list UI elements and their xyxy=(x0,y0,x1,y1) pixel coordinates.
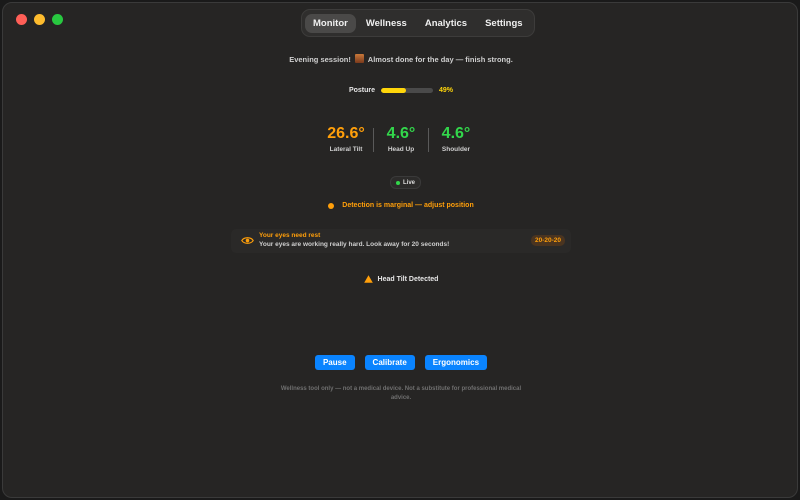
eye-rest-title: Your eyes need rest xyxy=(259,232,321,239)
zoom-window-button[interactable] xyxy=(52,14,63,25)
pause-button[interactable]: Pause xyxy=(314,355,355,370)
posture-meter: Posture 49% xyxy=(3,87,797,94)
metric-value: 26.6° xyxy=(327,125,365,142)
metrics-row: 26.6° Lateral Tilt 4.6° Head Up 4.6° Sho… xyxy=(3,125,797,153)
head-tilt-label: Head Tilt Detected xyxy=(377,275,439,283)
posture-label: Posture xyxy=(348,87,376,94)
session-message: Evening session! Almost done for the day… xyxy=(3,54,797,64)
live-indicator: Live xyxy=(390,176,422,189)
live-dot-icon xyxy=(396,180,400,185)
metric-shoulder: 4.6° Shoulder xyxy=(429,125,483,153)
calibrate-button[interactable]: Calibrate xyxy=(364,355,415,370)
app-window: Monitor Wellness Analytics Settings Even… xyxy=(2,2,798,498)
eye-icon xyxy=(241,237,254,244)
posture-progress-bar xyxy=(381,88,434,93)
metric-value: 4.6° xyxy=(386,125,416,142)
warning-triangle-icon xyxy=(363,275,373,283)
warning-dot-icon xyxy=(328,202,335,209)
session-message-prefix: Evening session! xyxy=(289,55,351,64)
close-window-button[interactable] xyxy=(16,14,27,25)
eye-rest-message: Your eyes are working really hard. Look … xyxy=(259,241,450,248)
tab-wellness[interactable]: Wellness xyxy=(358,14,415,33)
tab-bar: Monitor Wellness Analytics Settings xyxy=(301,9,535,37)
eye-rest-badge: 20-20-20 xyxy=(530,235,565,246)
ergonomics-button[interactable]: Ergonomics xyxy=(424,355,488,370)
posture-percent: 49% xyxy=(439,87,454,94)
tab-settings[interactable]: Settings xyxy=(477,14,530,33)
eye-rest-card: Your eyes need rest Your eyes are workin… xyxy=(231,229,571,253)
posture-progress-fill xyxy=(381,88,407,93)
head-tilt-alert: Head Tilt Detected xyxy=(3,275,797,283)
detection-warning: Detection is marginal — adjust position xyxy=(3,202,797,209)
disclaimer-text: Wellness tool only — not a medical devic… xyxy=(280,386,522,401)
detection-warning-text: Detection is marginal — adjust position xyxy=(342,202,474,209)
metric-label: Shoulder xyxy=(441,146,471,153)
metric-value: 4.6° xyxy=(441,125,471,142)
session-message-suffix: Almost done for the day — finish strong. xyxy=(367,55,513,64)
window-controls xyxy=(16,14,63,25)
live-label: Live xyxy=(403,179,416,186)
metric-head-up: 4.6° Head Up xyxy=(374,125,428,153)
tab-analytics[interactable]: Analytics xyxy=(417,14,475,33)
metric-label: Head Up xyxy=(387,146,415,153)
sunset-icon xyxy=(354,54,364,63)
tab-monitor[interactable]: Monitor xyxy=(305,13,356,33)
minimize-window-button[interactable] xyxy=(34,14,45,25)
action-buttons: Pause Calibrate Ergonomics xyxy=(3,355,797,370)
metric-label: Lateral Tilt xyxy=(329,146,363,153)
metric-lateral-tilt: 26.6° Lateral Tilt xyxy=(319,125,373,153)
